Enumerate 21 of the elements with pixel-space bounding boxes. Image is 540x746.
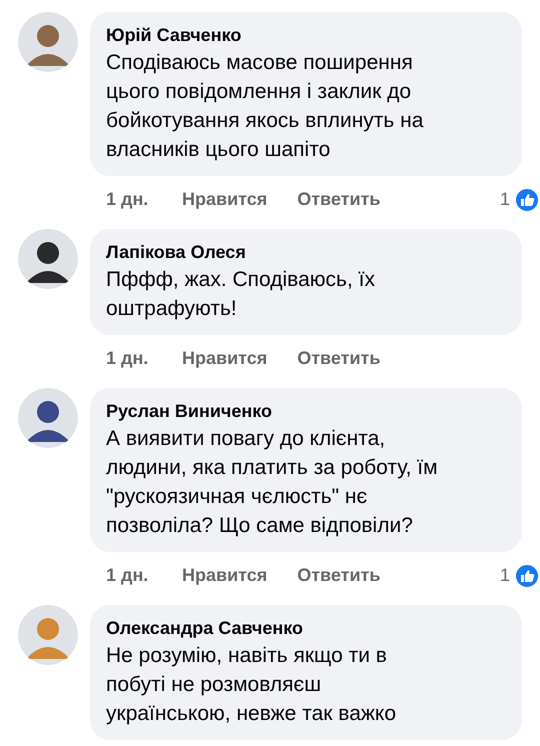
like-link[interactable]: Нравится: [182, 186, 268, 213]
avatar[interactable]: [18, 388, 78, 448]
timestamp[interactable]: 1 дн.: [106, 345, 182, 372]
comment-text: А виявити повагу до клієнта, людини, яка платить за роботу, їм "рускоязичная чєлюсть" нє позволіла? Що саме відповіли?: [106, 426, 439, 539]
reply-link[interactable]: Ответить: [297, 186, 380, 213]
comment-text: Пффф, жах. Сподіваюсь, їх оштрафують!: [106, 267, 376, 322]
reply-link[interactable]: Ответить: [297, 345, 380, 372]
comment-text: Сподіваюсь масове поширення цього повідомлення і заклик до бойкотування якось вплинуть на власників цього шапіто: [106, 50, 424, 163]
timestamp[interactable]: 1 дн.: [106, 186, 182, 213]
avatar[interactable]: [18, 229, 78, 289]
author-name[interactable]: Лапікова Олеся: [106, 239, 506, 265]
comment-text: Не розумію, навіть якщо ти в побуті не розмовляєш українською, невже так важко: [106, 643, 398, 727]
like-link[interactable]: Нравится: [182, 562, 268, 589]
timestamp[interactable]: 1 дн.: [106, 562, 182, 589]
author-name[interactable]: Руслан Виниченко: [106, 398, 506, 424]
reaction-count: 1: [500, 564, 510, 587]
author-name[interactable]: Олександра Савченко: [106, 615, 506, 641]
reply-link[interactable]: Ответить: [297, 562, 380, 589]
like-link[interactable]: Нравится: [182, 345, 268, 372]
author-name[interactable]: Юрій Савченко: [106, 22, 506, 48]
reaction-count: 1: [500, 188, 510, 211]
